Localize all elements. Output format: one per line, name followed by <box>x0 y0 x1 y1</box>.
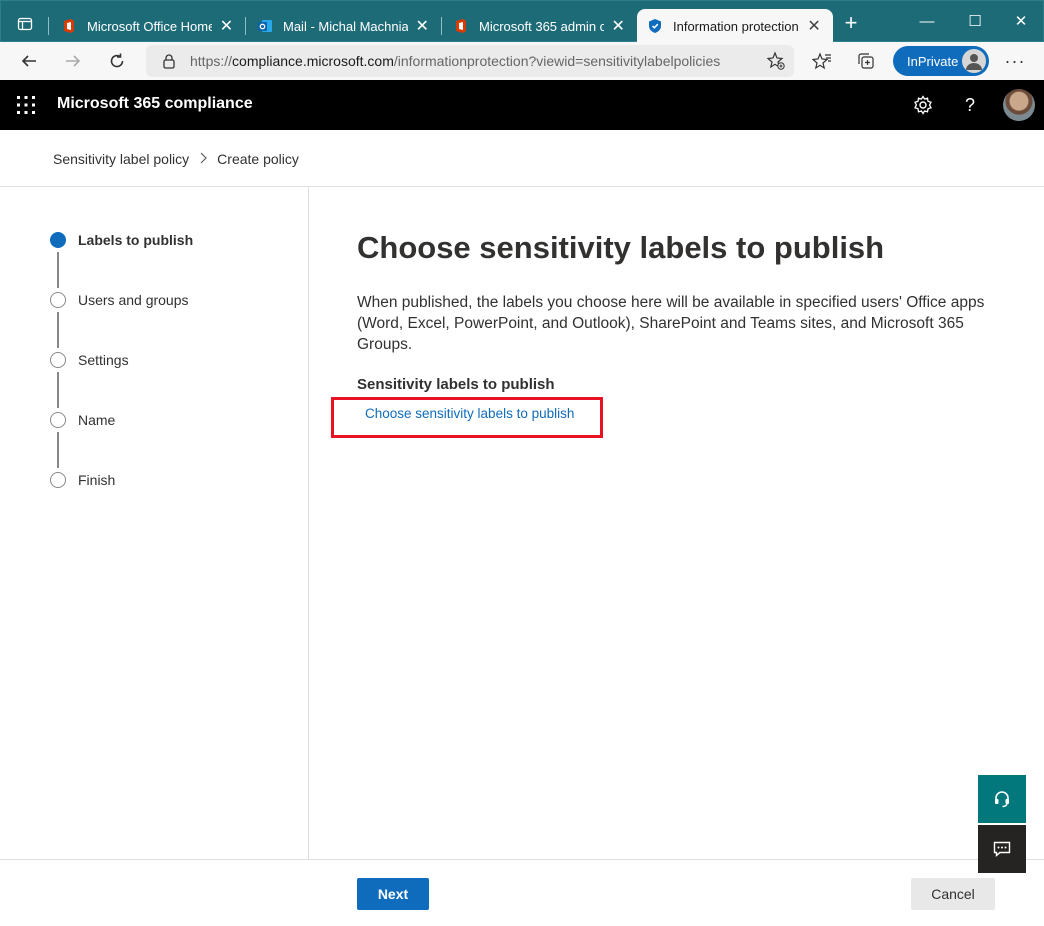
choose-labels-link[interactable]: Choose sensitivity labels to publish <box>365 406 574 421</box>
back-arrow-icon <box>21 55 36 67</box>
close-icon[interactable]: ✕ <box>805 16 823 36</box>
step-label: Users and groups <box>78 292 189 308</box>
back-button[interactable] <box>15 47 43 75</box>
tab-title: Microsoft Office Home <box>87 18 212 34</box>
step-pending-icon <box>50 352 66 368</box>
step-connector <box>57 372 59 408</box>
inprivate-button[interactable]: InPrivate <box>893 46 989 76</box>
step-pending-icon <box>50 292 66 308</box>
settings-more-button[interactable]: ··· <box>1001 47 1029 75</box>
tab-actions-icon[interactable] <box>11 10 39 38</box>
tab-separator <box>441 17 442 35</box>
maximize-icon[interactable]: ☐ <box>963 11 987 35</box>
window-close-icon[interactable]: ✕ <box>1009 11 1033 35</box>
page-title: Choose sensitivity labels to publish <box>357 230 885 265</box>
chevron-right-icon <box>199 152 208 167</box>
tab-separator <box>245 17 246 35</box>
step-label: Settings <box>78 352 129 368</box>
refresh-icon <box>110 53 124 68</box>
step-labels-to-publish[interactable]: Labels to publish <box>50 232 193 248</box>
page-description: When published, the labels you choose he… <box>357 294 985 353</box>
breadcrumb-item-policy[interactable]: Sensitivity label policy <box>53 151 189 167</box>
step-connector <box>57 252 59 288</box>
more-icon: ··· <box>1004 50 1026 71</box>
step-users-and-groups[interactable]: Users and groups <box>50 292 189 308</box>
step-label: Name <box>78 412 116 428</box>
wizard-steps: Labels to publish Users and groups Setti… <box>0 187 309 859</box>
tab-title: Microsoft 365 admin center <box>479 18 604 34</box>
step-connector <box>57 312 59 348</box>
add-favorite-icon[interactable] <box>766 51 786 74</box>
step-label: Labels to publish <box>78 232 194 248</box>
minimize-icon[interactable]: — <box>915 11 939 35</box>
address-bar-row: https://compliance.microsoft.com/informa… <box>0 42 1044 80</box>
tab-information-protection[interactable]: Information protection - Microsoft 365 c… <box>637 9 833 43</box>
feedback-button[interactable] <box>978 825 1026 873</box>
tab-mail[interactable]: Mail - Michal Machniak ✕ <box>247 9 441 43</box>
feedback-icon <box>993 841 1011 858</box>
new-tab-button[interactable]: + <box>839 12 863 36</box>
close-icon[interactable]: ✕ <box>218 16 235 36</box>
office-icon <box>61 18 77 34</box>
app-title[interactable]: Microsoft 365 compliance <box>57 95 253 113</box>
tab-title: Mail - Michal Machniak <box>283 18 408 34</box>
step-pending-icon <box>50 412 66 428</box>
close-icon[interactable]: ✕ <box>610 16 628 36</box>
close-icon[interactable]: ✕ <box>414 16 432 36</box>
url-field[interactable]: https://compliance.microsoft.com/informa… <box>146 45 794 77</box>
step-finish[interactable]: Finish <box>50 472 115 488</box>
gear-icon[interactable] <box>911 93 935 117</box>
favorites-icon <box>812 52 831 70</box>
footer-divider <box>0 859 1044 860</box>
url-prefix: https:// <box>190 53 233 69</box>
breadcrumb-item-create: Create policy <box>217 151 299 167</box>
url-host: compliance.microsoft.com <box>232 53 394 69</box>
help-chat-button[interactable] <box>978 775 1026 823</box>
tab-title: Information protection - Microsoft 365 c… <box>673 18 799 34</box>
outlook-icon <box>257 18 273 34</box>
inprivate-label: InPrivate <box>907 53 959 69</box>
step-connector <box>57 432 59 468</box>
office-icon <box>453 18 469 34</box>
step-label: Finish <box>78 472 116 488</box>
browser-tab-strip: Microsoft Office Home ✕ Mail - Michal Ma… <box>0 0 1044 43</box>
forward-arrow-icon <box>66 55 81 67</box>
help-question-icon[interactable]: ? <box>958 93 982 117</box>
step-pending-icon <box>50 472 66 488</box>
avatar[interactable] <box>1003 89 1035 121</box>
url-path: /informationprotection?viewid=sensitivit… <box>393 53 721 69</box>
app-header: Microsoft 365 compliance ? <box>0 80 1044 130</box>
collections-button[interactable] <box>852 47 880 75</box>
next-button[interactable]: Next <box>357 878 429 910</box>
headset-icon <box>995 791 1009 808</box>
tab-separator <box>48 17 49 35</box>
tab-office-home[interactable]: Microsoft Office Home ✕ <box>51 9 245 43</box>
tab-admin-center[interactable]: Microsoft 365 admin center ✕ <box>443 9 637 43</box>
shield-icon <box>647 18 663 34</box>
step-name[interactable]: Name <box>50 412 115 428</box>
cancel-button[interactable]: Cancel <box>911 878 995 910</box>
collections-icon <box>858 53 874 69</box>
favorites-button[interactable] <box>808 47 836 75</box>
app-launcher-icon[interactable] <box>16 95 36 115</box>
profile-avatar-icon <box>962 49 986 73</box>
forward-button[interactable] <box>59 47 87 75</box>
breadcrumb: Sensitivity label policy Create policy <box>53 151 299 167</box>
section-label: Sensitivity labels to publish <box>357 376 555 393</box>
step-settings[interactable]: Settings <box>50 352 129 368</box>
refresh-button[interactable] <box>103 47 131 75</box>
step-current-icon <box>50 232 66 248</box>
lock-icon <box>162 53 176 72</box>
